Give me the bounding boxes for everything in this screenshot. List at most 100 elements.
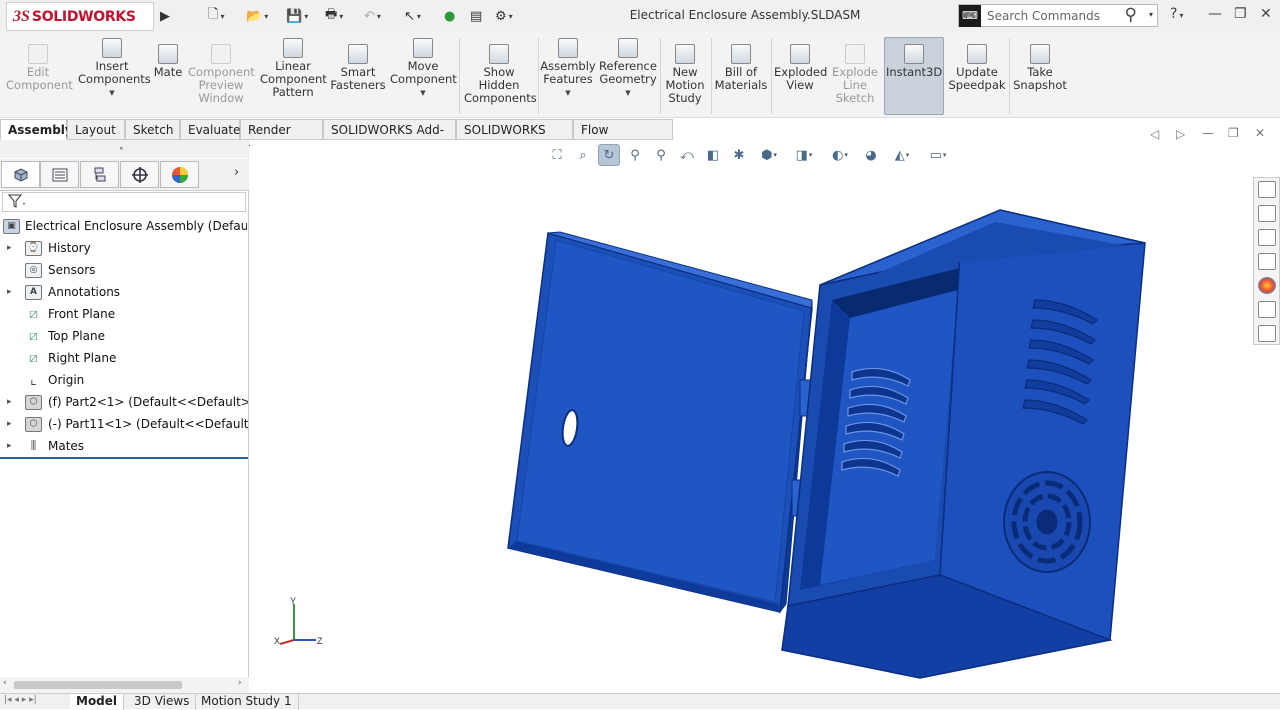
expand-arrow-icon[interactable]: ▸ [7,397,12,407]
filter-icon[interactable] [7,193,27,209]
component-preview-window-button[interactable]: Component Preview Window [188,44,255,105]
search-icon[interactable]: ⚲ [1125,5,1137,25]
tab-layout[interactable]: Layout [67,119,125,140]
expand-arrow-icon[interactable]: ▸ [7,243,12,253]
open-icon[interactable]: 📂 ▾ [246,6,268,26]
tab-motion-study-1[interactable]: Motion Study 1 [195,694,299,710]
zoom-in-out-icon[interactable]: ⚲ [624,144,646,166]
tree-item-origin[interactable]: ⌞ Origin [0,369,249,391]
tab-solidworks-mbd[interactable]: SOLIDWORKS MBD [456,119,573,157]
show-hidden-components-button[interactable]: Show Hidden Components [464,44,537,105]
tab-render-tools[interactable]: Render Tools [240,119,323,157]
assembly-features-button[interactable]: Assembly Features ▼ [540,38,596,100]
minimize-icon[interactable]: — [1208,6,1222,22]
explode-line-sketch-button[interactable]: Explode Line Sketch [830,44,880,105]
instant3d-button[interactable]: Instant3D [886,44,942,79]
display-style-icon[interactable]: ◨ ▾ [788,144,820,166]
feature-manager-tab-icon[interactable] [1,161,40,188]
move-component-button[interactable]: Move Component ▼ [390,38,457,100]
new-motion-study-button[interactable]: New Motion Study [662,44,708,105]
new-document-icon[interactable]: 🗋 ▾ [208,6,224,26]
print-icon[interactable]: 🖶 ▾ [325,6,343,26]
bill-of-materials-button[interactable]: Bill of Materials [714,44,768,92]
design-library-icon[interactable] [1258,205,1276,222]
apply-scene-icon[interactable]: ◭ ▾ [886,144,918,166]
expand-arrow-icon[interactable]: ▸ [7,441,12,451]
document-prev-icon[interactable]: ◁ [1150,127,1159,141]
help-icon[interactable]: ? ▾ [1170,6,1183,22]
restore-icon[interactable]: ❐ [1234,6,1247,22]
undo-icon[interactable]: ↶ ▾ [364,6,381,26]
chevron-down-icon[interactable]: ▼ [390,87,456,100]
save-icon[interactable]: 💾 ▾ [286,6,308,26]
scroll-right-icon[interactable]: › [238,678,242,688]
file-properties-icon[interactable]: ▤ [470,6,482,26]
select-arrow-icon[interactable]: ↖ ▾ [404,6,421,26]
tab-evaluate[interactable]: Evaluate [180,119,240,140]
scroll-left-icon[interactable]: ‹ [3,678,7,688]
zoom-to-area-icon[interactable]: ⌕ [572,144,594,166]
view-orientation-icon[interactable]: ⬢ ▾ [754,144,784,166]
custom-properties-icon[interactable] [1258,301,1276,318]
chevron-down-icon[interactable]: ▾ [1149,10,1153,19]
tab-sketch[interactable]: Sketch [125,119,180,140]
tab-assembly[interactable]: Assembly [0,119,73,140]
section-view-icon[interactable]: ◧ [702,144,724,166]
dimxpert-manager-tab-icon[interactable] [120,161,159,188]
appearances-icon[interactable] [1258,277,1276,294]
solidworks-logo[interactable]: 3S SOLIDWORKS [6,2,154,31]
property-manager-tab-icon[interactable] [40,161,79,188]
previous-view-icon[interactable]: ⤺ [676,144,698,166]
tree-item-right-plane[interactable]: ⧄ Right Plane [0,347,249,369]
tree-item-annotations[interactable]: ▸ A Annotations [0,281,249,303]
tree-item-top-plane[interactable]: ⧄ Top Plane [0,325,249,347]
tab-flow-simulation[interactable]: Flow Simulation [573,119,673,157]
document-close-icon[interactable]: ✕ [1255,126,1265,140]
search-scope-icon[interactable]: ⌨ [959,4,981,27]
graphics-area[interactable] [250,140,1280,693]
tree-item-history[interactable]: ▸ ⌚ History [0,237,249,259]
search-commands-box[interactable]: ⌨ Search Commands ⚲ ▾ [958,4,1158,27]
chevron-down-icon[interactable]: ▼ [540,87,596,100]
tab-model[interactable]: Model [70,694,125,710]
first-tab-icon[interactable]: |◂ ◂ ▸ ▸| [4,695,37,705]
update-speedpak-button[interactable]: Update Speedpak [948,44,1006,92]
chevron-down-icon[interactable]: ▼ [78,87,146,100]
forum-icon[interactable] [1258,325,1276,342]
file-explorer-icon[interactable] [1258,229,1276,246]
expand-arrow-icon[interactable]: ▸ [7,287,12,297]
smart-fasteners-button[interactable]: Smart Fasteners [330,44,386,92]
rotate-view-icon[interactable]: ↻ [598,144,620,166]
scrollbar-thumb[interactable] [14,681,182,689]
tree-item-sensors[interactable]: ◎ Sensors [0,259,249,281]
expand-arrow-icon[interactable]: ▸ [7,419,12,429]
edit-appearance-icon[interactable]: ◕ [860,144,882,166]
document-minimize-icon[interactable]: — [1202,126,1214,140]
tree-item-part2[interactable]: ▸ ⬡ (f) Part2<1> (Default<<Default>_Disp [0,391,249,413]
enclosure-model[interactable] [250,140,1280,693]
dynamic-annotation-icon[interactable]: ✱ [728,144,750,166]
tree-item-mates[interactable]: ▸ ⫴ Mates [0,435,249,457]
search-input[interactable]: Search Commands [987,9,1100,23]
panel-splitter[interactable]: ⚬ [0,140,249,158]
tab-solidworks-add-ins[interactable]: SOLIDWORKS Add-Ins [323,119,456,157]
configuration-manager-tab-icon[interactable] [80,161,119,188]
linear-component-pattern-button[interactable]: Linear Component Pattern [260,38,327,99]
edit-component-button[interactable]: Edit Component [6,44,73,92]
tree-filter-box[interactable] [2,192,246,212]
view-settings-icon[interactable]: ▭ ▾ [922,144,954,166]
reference-geometry-button[interactable]: Reference Geometry ▼ [598,38,658,100]
options-gear-icon[interactable]: ⚙ ▾ [495,6,513,26]
close-icon[interactable]: ✕ [1260,6,1272,22]
tree-root-assembly[interactable]: ▣ Electrical Enclosure Assembly (Default… [0,215,249,237]
zoom-to-fit-icon[interactable]: ⛶ [546,144,568,166]
tree-item-front-plane[interactable]: ⧄ Front Plane [0,303,249,325]
chevron-down-icon[interactable]: ▼ [598,87,658,100]
mate-button[interactable]: Mate [152,44,184,79]
home-icon[interactable] [1258,181,1276,198]
rebuild-icon[interactable]: ● [444,6,455,26]
hide-show-items-icon[interactable]: ◐ ▾ [824,144,856,166]
display-manager-tab-icon[interactable] [160,161,199,188]
tree-item-part11[interactable]: ▸ ⬡ (-) Part11<1> (Default<<Default>_Dis [0,413,249,435]
insert-components-button[interactable]: Insert Components ▼ [78,38,151,100]
